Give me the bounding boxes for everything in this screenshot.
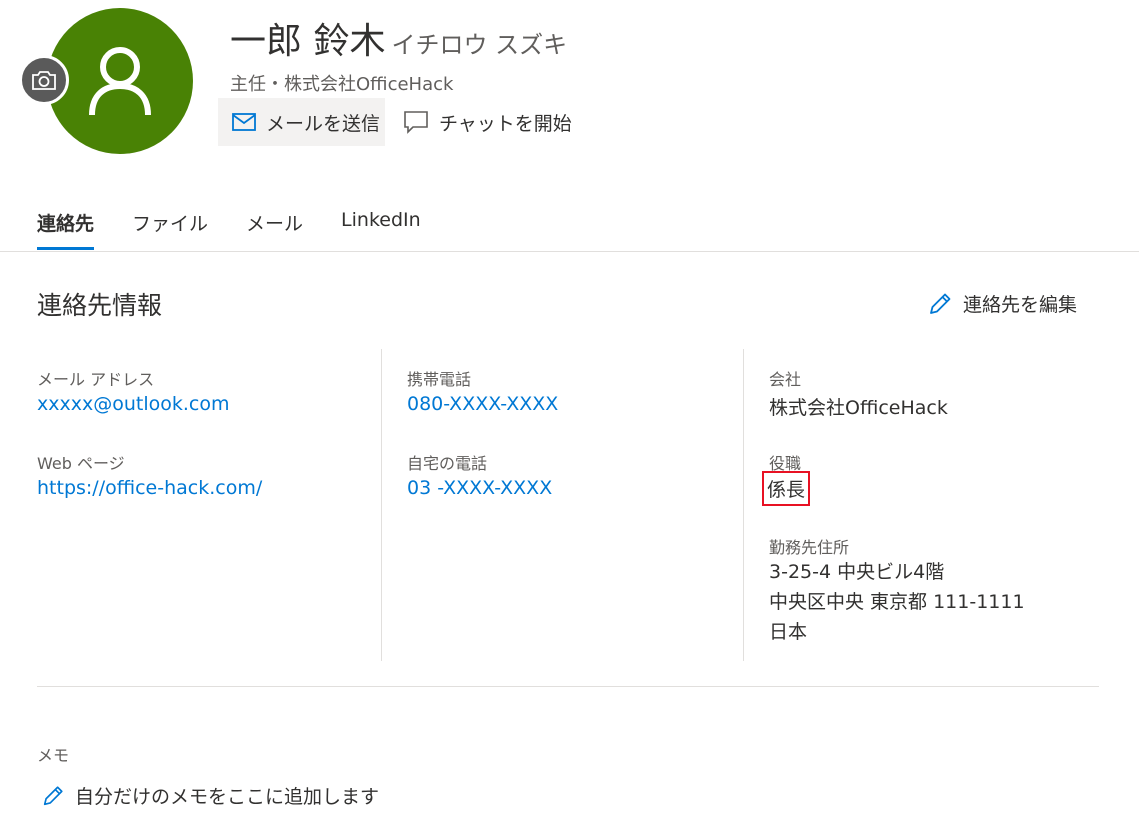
contact-name-text: 一郎 鈴木 (230, 21, 386, 62)
add-memo-button[interactable]: 自分だけのメモをここに追加します (41, 782, 379, 809)
mobile-label: 携帯電話 (407, 370, 472, 389)
send-mail-button[interactable]: メールを送信 (218, 98, 385, 146)
email-link[interactable]: xxxxx@outlook.com (37, 393, 230, 415)
tab-linkedin[interactable]: LinkedIn (341, 197, 421, 252)
column-divider (743, 349, 744, 661)
tab-files[interactable]: ファイル (132, 197, 208, 252)
column-divider (381, 349, 382, 661)
home-phone-link[interactable]: 03 -XXXX-XXXX (407, 477, 552, 499)
change-photo-button[interactable] (19, 55, 69, 105)
company-label: 会社 (769, 370, 802, 389)
mail-icon (232, 113, 256, 131)
start-chat-button[interactable]: チャットを開始 (393, 98, 572, 146)
contact-name-kana: イチロウ スズキ (391, 31, 568, 59)
address-line: 中央区中央 東京都 111-1111 (769, 591, 1025, 613)
address-label: 勤務先住所 (769, 538, 850, 557)
edit-contact-button[interactable]: 連絡先を編集 (927, 290, 1077, 317)
camera-icon (32, 71, 56, 90)
start-chat-label: チャットを開始 (439, 112, 572, 135)
company-value: 株式会社OfficeHack (769, 397, 948, 419)
web-link[interactable]: https://office-hack.com/ (37, 477, 262, 499)
title-value: 係長 (762, 471, 811, 506)
tab-mail[interactable]: メール (246, 197, 303, 252)
section-divider (37, 686, 1099, 687)
contact-name: 一郎 鈴木 イチロウ スズキ (230, 12, 567, 64)
add-memo-label: 自分だけのメモをここに追加します (75, 786, 380, 808)
pencil-icon (43, 785, 63, 805)
address-line: 3-25-4 中央ビル4階 (769, 561, 945, 583)
web-label: Web ページ (37, 454, 125, 473)
email-label: メール アドレス (37, 370, 155, 389)
send-mail-label: メールを送信 (266, 112, 381, 135)
edit-contact-label: 連絡先を編集 (963, 294, 1078, 316)
tab-divider (0, 251, 1139, 252)
home-phone-label: 自宅の電話 (407, 454, 488, 473)
address-block: 3-25-4 中央ビル4階 中央区中央 東京都 111-1111 日本 (769, 557, 1025, 647)
memo-label: メモ (37, 746, 70, 765)
address-line: 日本 (769, 621, 808, 643)
tab-contact[interactable]: 連絡先 (37, 197, 95, 252)
section-title: 連絡先情報 (37, 291, 163, 320)
person-icon (89, 47, 151, 116)
pencil-icon (930, 293, 951, 314)
contact-subtitle: 主任・株式会社OfficeHack (230, 74, 454, 95)
tab-bar: 連絡先 ファイル メール LinkedIn (37, 197, 459, 252)
mobile-link[interactable]: 080-XXXX-XXXX (407, 393, 558, 415)
chat-icon (404, 111, 428, 134)
